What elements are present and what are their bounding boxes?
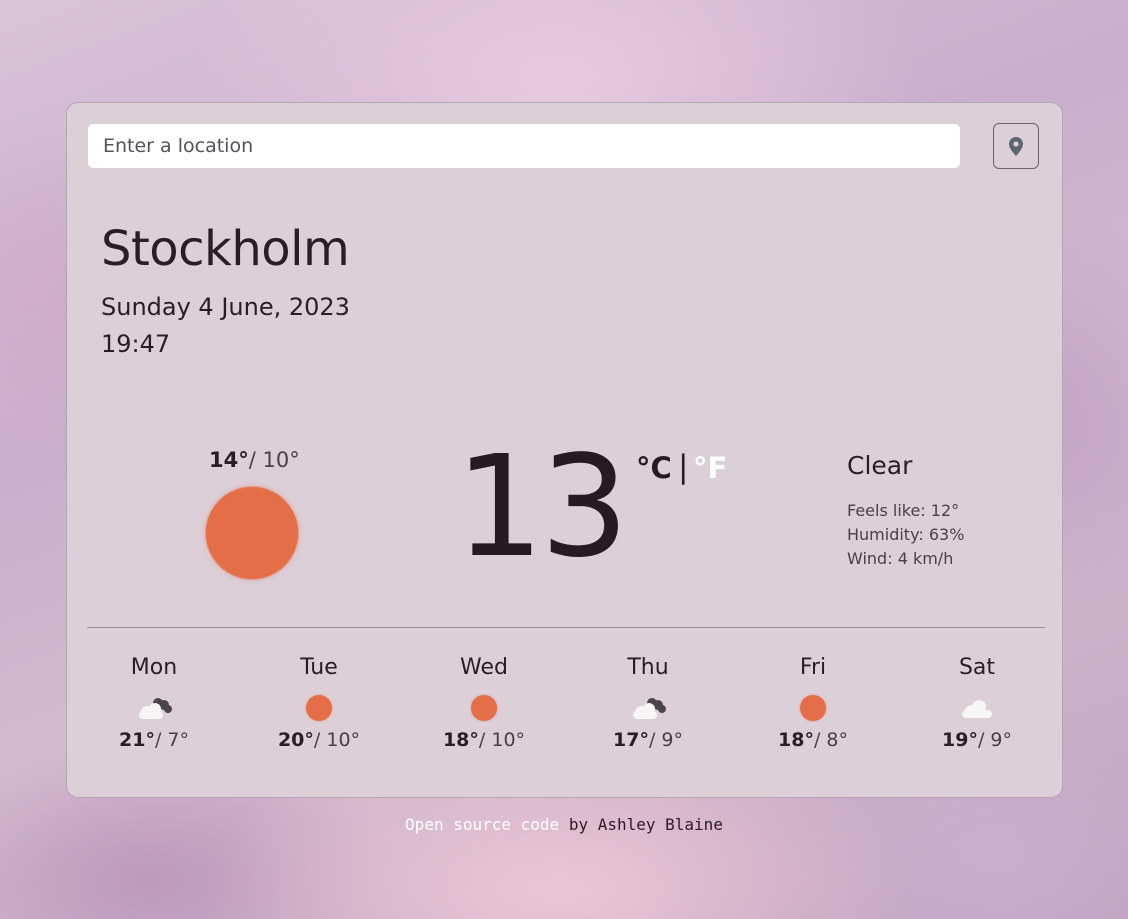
forecast-day: Sat 19°/ 9° — [907, 655, 1047, 751]
humidity: Humidity: 63% — [847, 525, 965, 544]
weather-card: Stockholm Sunday 4 June, 2023 19:47 14°/… — [66, 102, 1063, 798]
source-code-link[interactable]: Open source code — [405, 815, 559, 834]
footer-by: by — [568, 815, 589, 834]
forecast-day: Tue 20°/ 10° — [249, 655, 389, 751]
forecast-day: Wed 18°/ 10° — [414, 655, 554, 751]
cloud-night-icon — [633, 698, 666, 719]
city-name: Stockholm — [101, 221, 350, 277]
celsius-link[interactable]: °C — [636, 451, 672, 485]
forecast-day-name: Thu — [627, 655, 669, 680]
cloud-night-icon — [139, 698, 172, 719]
current-temperature: 13 — [455, 426, 629, 589]
today-high: 14° — [209, 448, 249, 472]
forecast-temps: 18°/ 8° — [778, 729, 848, 751]
sun-icon — [306, 695, 332, 721]
feels-like: Feels like: 12° — [847, 501, 960, 520]
forecast: Mon 21°/ 7° Tue 20°/ 10° Wed 18°/ 10° Th… — [67, 655, 1064, 775]
forecast-day-name: Tue — [300, 655, 338, 680]
cloud-icon — [962, 700, 992, 718]
footer: Open source code by Ashley Blaine — [0, 815, 1128, 834]
forecast-day-name: Sat — [958, 655, 996, 680]
footer-author: Ashley Blaine — [597, 815, 723, 834]
current-date: Sunday 4 June, 2023 — [101, 293, 350, 321]
today-high-low: 14°/ 10° — [209, 448, 300, 472]
forecast-day: Mon 21°/ 7° — [84, 655, 224, 751]
forecast-day-name: Wed — [460, 655, 508, 680]
forecast-temps: 17°/ 9° — [613, 729, 683, 751]
current-time: 19:47 — [101, 330, 171, 358]
forecast-temps: 18°/ 10° — [442, 729, 526, 751]
forecast-temps: 20°/ 10° — [277, 729, 361, 751]
weather-condition: Clear — [847, 451, 913, 480]
forecast-temps: 21°/ 7° — [119, 729, 189, 751]
unit-separator: | — [678, 449, 689, 485]
sun-icon — [471, 695, 497, 721]
forecast-day-name: Fri — [799, 655, 827, 680]
divider — [87, 627, 1045, 628]
sun-icon — [206, 487, 298, 579]
wind: Wind: 4 km/h — [847, 549, 954, 568]
forecast-day: Fri 18°/ 8° — [743, 655, 883, 751]
forecast-day-name: Mon — [130, 655, 178, 680]
map-pin-icon — [1009, 136, 1023, 156]
forecast-temps: 19°/ 9° — [942, 729, 1012, 751]
search-input[interactable] — [87, 123, 961, 169]
sun-icon — [800, 695, 826, 721]
current-location-button[interactable] — [993, 123, 1039, 169]
fahrenheit-link[interactable]: °F — [693, 451, 727, 485]
weather-details: Feels like: 12° Humidity: 63% Wind: 4 km… — [847, 499, 964, 571]
today-low: 10° — [262, 448, 300, 472]
forecast-day: Thu 17°/ 9° — [578, 655, 718, 751]
